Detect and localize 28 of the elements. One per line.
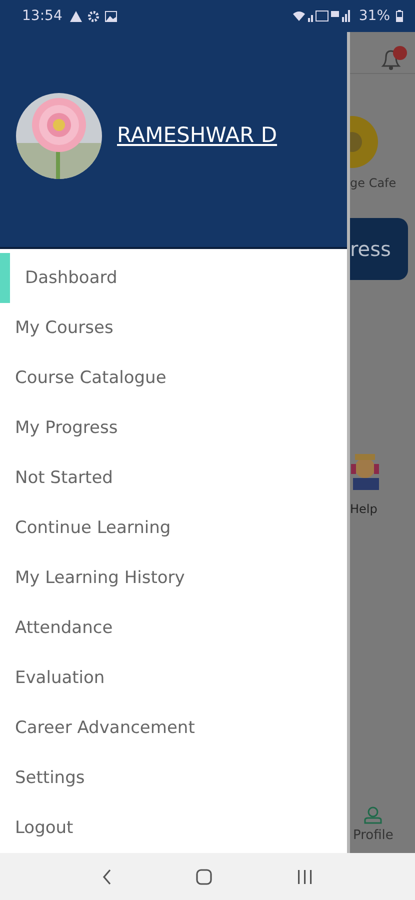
- menu-item[interactable]: My Progress: [0, 403, 347, 453]
- help-label: Help: [350, 502, 378, 516]
- menu-item[interactable]: Attendance: [0, 603, 347, 653]
- user-name-link[interactable]: RAMESHWAR D: [117, 122, 278, 146]
- battery-icon: [396, 10, 403, 22]
- support-agent-icon[interactable]: [351, 454, 379, 490]
- profile-tab-label[interactable]: Profile: [353, 828, 394, 843]
- image-icon: [105, 10, 118, 22]
- menu-item[interactable]: Continue Learning: [0, 503, 347, 553]
- menu-item[interactable]: Career Advancement: [0, 703, 347, 753]
- cafe-label: ge Cafe: [350, 176, 396, 190]
- menu-item[interactable]: Logout: [0, 803, 347, 853]
- signal-icons: [292, 10, 353, 22]
- bell-icon[interactable]: [379, 46, 407, 72]
- person-icon[interactable]: [363, 806, 383, 824]
- menu-item[interactable]: Not Started: [0, 453, 347, 503]
- warning-icon: [70, 10, 82, 22]
- menu-item[interactable]: My Learning History: [0, 553, 347, 603]
- menu-item[interactable]: Course Catalogue: [0, 353, 347, 403]
- menu-item[interactable]: Settings: [0, 753, 347, 803]
- back-icon[interactable]: [102, 868, 112, 884]
- menu-item[interactable]: Evaluation: [0, 653, 347, 703]
- recent-apps-icon[interactable]: [296, 870, 313, 884]
- menu-item[interactable]: My Courses: [0, 303, 347, 353]
- status-time: 13:54: [22, 8, 62, 24]
- battery-percent: 31%: [358, 8, 390, 24]
- home-icon[interactable]: [196, 868, 212, 884]
- progress-button[interactable]: ress: [350, 218, 408, 280]
